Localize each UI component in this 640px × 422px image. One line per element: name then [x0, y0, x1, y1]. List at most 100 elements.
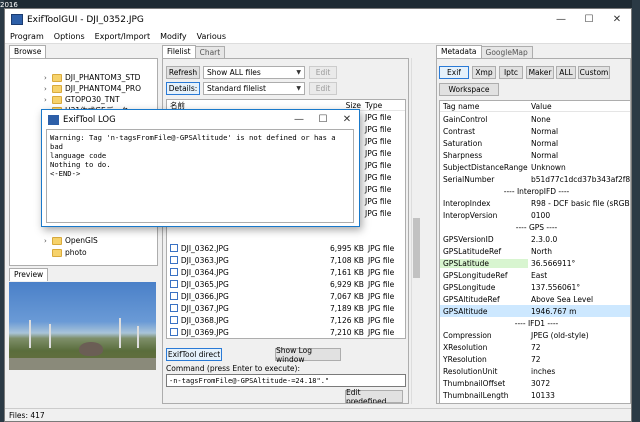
filter-select[interactable]: Show ALL files ▼ — [203, 66, 305, 79]
xmp-button[interactable]: Xmp — [472, 66, 496, 79]
maximize-button[interactable]: ☐ — [575, 9, 603, 30]
metadata-row[interactable]: GPSVersionID 2.3.0.0 — [440, 233, 630, 245]
chevron-down-icon: ▼ — [296, 85, 301, 92]
edit-predefined-button[interactable]: Edit predefined — [345, 388, 403, 403]
metadata-row[interactable]: GPSLongitude 137.556061° — [440, 281, 630, 293]
window-title: ExifToolGUI - DJI_0352.JPG — [27, 14, 144, 25]
metadata-row[interactable]: ResolutionUnit inches — [440, 365, 630, 377]
log-maximize-button[interactable]: ☐ — [311, 110, 335, 129]
title-bar[interactable]: ExifToolGUI - DJI_0352.JPG — ☐ ✕ — [5, 9, 631, 30]
col-value-header[interactable]: Value — [528, 102, 630, 111]
table-row[interactable]: DJI_0362.JPG 6,995 KB JPG file — [167, 242, 403, 254]
tree-item[interactable]: › DJI_PHANTOM3_STD — [44, 72, 140, 83]
jpg-file-icon — [170, 268, 178, 276]
jpg-file-icon — [170, 316, 178, 324]
tab-metadata[interactable]: Metadata — [436, 45, 482, 58]
metadata-row[interactable]: SubjectDistanceRange Unknown — [440, 161, 630, 173]
minimize-button[interactable]: — — [547, 9, 575, 30]
metadata-row[interactable]: GPSAltitudeRef Above Sea Level — [440, 293, 630, 305]
tree-item[interactable]: › OpenGIS — [44, 235, 98, 246]
metadata-row[interactable]: SerialNumber b51d77c1dcd37b343af2f836 — [440, 173, 630, 185]
col-type-header[interactable]: Type — [361, 101, 401, 110]
close-button[interactable]: ✕ — [603, 9, 631, 30]
metadata-row[interactable]: YResolution 72 — [440, 353, 630, 365]
metadata-row[interactable]: Sharpness Normal — [440, 149, 630, 161]
tree-item[interactable]: photo — [44, 247, 87, 258]
tab-preview[interactable]: Preview — [9, 268, 49, 281]
table-row[interactable]: DJI_0366.JPG 7,067 KB JPG file — [167, 290, 403, 302]
metadata-row-gps-altitude-selected[interactable]: GPSAltitude 1946.767 m — [440, 305, 630, 317]
details-button[interactable]: Details: — [166, 82, 200, 95]
metadata-row[interactable]: Compression JPEG (old-style) — [440, 329, 630, 341]
tree-item-label: DJI_PHANTOM3_STD — [65, 73, 141, 82]
chevron-right-icon[interactable]: › — [44, 237, 52, 245]
menu-program[interactable]: Program — [5, 32, 49, 41]
maker-button[interactable]: Maker — [526, 66, 554, 79]
type-cell: JPG file — [365, 185, 392, 194]
filter-select-value: Show ALL files — [207, 68, 261, 77]
metadata-row[interactable]: XResolution 72 — [440, 341, 630, 353]
jpg-file-icon — [170, 256, 178, 264]
menu-modify[interactable]: Modify — [155, 32, 192, 41]
metadata-row[interactable]: GPSLongitudeRef East — [440, 269, 630, 281]
log-text[interactable]: Warning: Tag 'n-tagsFromFile@-GPSAltitud… — [46, 129, 354, 223]
log-minimize-button[interactable]: — — [287, 110, 311, 129]
metadata-row[interactable]: GainControl None — [440, 113, 630, 125]
metadata-row[interactable]: ThumbnailLength 10133 — [440, 389, 630, 401]
custom-button[interactable]: Custom — [578, 66, 610, 79]
tab-browse[interactable]: Browse — [9, 45, 47, 58]
refresh-button[interactable]: Refresh — [166, 66, 200, 79]
menu-options[interactable]: Options — [49, 32, 90, 41]
tab-googlemap[interactable]: GoogleMap — [480, 46, 533, 58]
folder-icon — [52, 236, 62, 245]
metadata-row[interactable]: InteropVersion 0100 — [440, 209, 630, 221]
all-button[interactable]: ALL — [556, 66, 576, 79]
workspace-button[interactable]: Workspace — [439, 83, 499, 96]
type-cell: JPG file — [365, 113, 392, 122]
chevron-right-icon[interactable]: › — [44, 85, 52, 93]
menu-various[interactable]: Various — [192, 32, 231, 41]
table-row[interactable]: DJI_0364.JPG 7,161 KB JPG file — [167, 266, 403, 278]
command-input[interactable]: -n-tagsFromFile@-GPSAltitude-=24.18"." — [166, 374, 406, 387]
table-row[interactable]: DJI_0365.JPG 6,929 KB JPG file — [167, 278, 403, 290]
exiftool-direct-button[interactable]: ExifTool direct — [166, 348, 222, 361]
tab-filelist[interactable]: Filelist — [162, 45, 196, 58]
metadata-row[interactable]: ThumbnailOffset 3072 — [440, 377, 630, 389]
menu-bar: Program Options Export/Import Modify Var… — [5, 30, 631, 44]
jpg-file-icon — [170, 328, 178, 336]
table-row[interactable]: DJI_0369.JPG 7,210 KB JPG file — [167, 326, 403, 338]
tree-item[interactable]: › DJI_PHANTOM4_PRO — [44, 83, 141, 94]
iptc-button[interactable]: Iptc — [499, 66, 523, 79]
folder-icon — [52, 95, 62, 104]
tree-item[interactable]: › GTOPO30_TNT — [44, 94, 120, 105]
table-row[interactable]: DJI_0368.JPG 7,126 KB JPG file — [167, 314, 403, 326]
metadata-row[interactable]: Saturation Normal — [440, 137, 630, 149]
filelist-scrollbar[interactable] — [411, 58, 420, 404]
metadata-section-row: ---- IFD1 ---- — [514, 318, 559, 328]
view-select[interactable]: Standard filelist ▼ — [203, 82, 305, 95]
metadata-panel: Metadata GoogleMap Exif Xmp Iptc Maker A… — [436, 45, 631, 406]
table-row[interactable]: DJI_0363.JPG 7,108 KB JPG file — [167, 254, 403, 266]
metadata-row[interactable]: GPSLatitudeRef North — [440, 245, 630, 257]
table-row[interactable]: DJI_0367.JPG 7,189 KB JPG file — [167, 302, 403, 314]
folder-icon — [52, 73, 62, 82]
exif-button[interactable]: Exif — [439, 66, 469, 79]
folder-icon — [52, 84, 62, 93]
chevron-right-icon[interactable]: › — [44, 96, 52, 104]
app-icon — [11, 14, 23, 25]
edit-view-button[interactable]: Edit — [309, 82, 337, 95]
show-log-button[interactable]: Show Log window — [275, 346, 341, 364]
metadata-row[interactable]: Contrast Normal — [440, 125, 630, 137]
log-title-bar[interactable]: ExifTool LOG — ☐ ✕ — [42, 110, 359, 129]
tab-chart[interactable]: Chart — [194, 46, 226, 58]
jpg-file-icon — [170, 280, 178, 288]
col-tag-header[interactable]: Tag name — [440, 102, 528, 111]
metadata-row[interactable]: InteropIndex R98 - DCF basic file (sRGB) — [440, 197, 630, 209]
chevron-right-icon[interactable]: › — [44, 74, 52, 82]
menu-export-import[interactable]: Export/Import — [90, 32, 155, 41]
rock — [79, 342, 103, 356]
edit-filter-button[interactable]: Edit — [309, 66, 337, 79]
scrollbar-thumb[interactable] — [413, 218, 420, 278]
log-close-button[interactable]: ✕ — [335, 110, 359, 129]
metadata-row-gps-latitude[interactable]: GPSLatitude 36.566911° — [440, 257, 630, 269]
